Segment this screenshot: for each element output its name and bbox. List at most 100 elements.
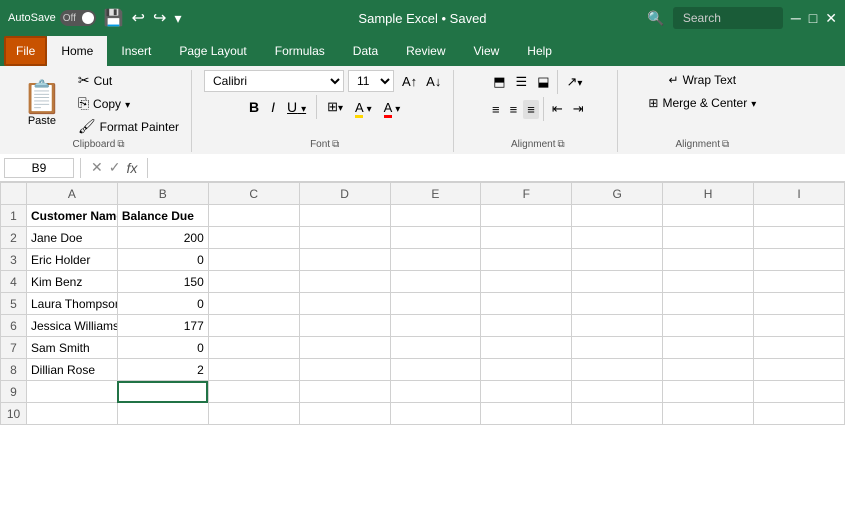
fill-chevron[interactable]: [367, 100, 372, 115]
row-header-1[interactable]: 1: [1, 205, 27, 227]
cell-c4[interactable]: [208, 271, 299, 293]
copy-button[interactable]: ⎘ Copy: [74, 93, 183, 114]
font-size-selector[interactable]: 11: [348, 70, 394, 92]
autosave-toggle[interactable]: Off: [60, 10, 96, 26]
cell-e1[interactable]: [390, 205, 481, 227]
cell-a8[interactable]: Dillian Rose: [27, 359, 118, 381]
cell-i4[interactable]: [754, 271, 845, 293]
cell-f7[interactable]: [481, 337, 572, 359]
cell-i5[interactable]: [754, 293, 845, 315]
restore-icon[interactable]: □: [809, 10, 817, 26]
cell-b3[interactable]: 0: [117, 249, 208, 271]
font-expand-icon[interactable]: ⧉: [332, 139, 339, 150]
format-painter-button[interactable]: 🖌 Format Painter: [74, 116, 183, 137]
cell-c1[interactable]: [208, 205, 299, 227]
cell-h2[interactable]: [663, 227, 754, 249]
paste-button[interactable]: 📋 Paste: [14, 70, 70, 137]
cell-e9[interactable]: [390, 381, 481, 403]
cell-f2[interactable]: [481, 227, 572, 249]
wrap-expand-icon[interactable]: ⧉: [722, 139, 729, 150]
cell-e7[interactable]: [390, 337, 481, 359]
cell-g3[interactable]: [572, 249, 663, 271]
cell-d9[interactable]: [299, 381, 390, 403]
cell-c7[interactable]: [208, 337, 299, 359]
cell-h6[interactable]: [663, 315, 754, 337]
alignment-expand-icon[interactable]: ⧉: [557, 139, 564, 150]
col-header-g[interactable]: G: [572, 183, 663, 205]
col-header-a[interactable]: A: [27, 183, 118, 205]
cell-g7[interactable]: [572, 337, 663, 359]
tab-page-layout[interactable]: Page Layout: [165, 36, 260, 66]
minimize-icon[interactable]: ─: [791, 10, 801, 26]
align-left-button[interactable]: ≡: [488, 100, 504, 119]
cell-e8[interactable]: [390, 359, 481, 381]
row-header-3[interactable]: 3: [1, 249, 27, 271]
col-header-e[interactable]: E: [390, 183, 481, 205]
increase-font-size-button[interactable]: A↑: [398, 72, 421, 91]
cell-e2[interactable]: [390, 227, 481, 249]
cell-h9[interactable]: [663, 381, 754, 403]
row-header-4[interactable]: 4: [1, 271, 27, 293]
tab-file[interactable]: File: [4, 36, 47, 66]
font-color-chevron[interactable]: [395, 100, 400, 115]
cell-c9[interactable]: [208, 381, 299, 403]
cell-a1[interactable]: Customer Name: [27, 205, 118, 227]
bold-button[interactable]: B: [245, 97, 263, 117]
customize-icon[interactable]: ▾: [174, 10, 181, 27]
cell-a2[interactable]: Jane Doe: [27, 227, 118, 249]
underline-button[interactable]: U: [283, 97, 310, 117]
cell-b4[interactable]: 150: [117, 271, 208, 293]
cell-d1[interactable]: [299, 205, 390, 227]
cell-h1[interactable]: [663, 205, 754, 227]
cell-i1[interactable]: [754, 205, 845, 227]
decrease-indent-button[interactable]: ⇤: [548, 99, 567, 119]
cell-i7[interactable]: [754, 337, 845, 359]
cell-c3[interactable]: [208, 249, 299, 271]
cell-i6[interactable]: [754, 315, 845, 337]
tab-data[interactable]: Data: [339, 36, 392, 66]
borders-button[interactable]: ⊞: [323, 97, 347, 117]
tab-view[interactable]: View: [460, 36, 514, 66]
cell-b5[interactable]: 0: [117, 293, 208, 315]
col-header-b[interactable]: B: [117, 183, 208, 205]
cell-d5[interactable]: [299, 293, 390, 315]
cell-f5[interactable]: [481, 293, 572, 315]
cell-g2[interactable]: [572, 227, 663, 249]
formula-function-icon[interactable]: fx: [126, 160, 137, 176]
underline-chevron[interactable]: [301, 99, 306, 115]
cell-h7[interactable]: [663, 337, 754, 359]
align-middle-button[interactable]: ☰: [512, 72, 532, 92]
cell-b2[interactable]: 200: [117, 227, 208, 249]
cell-i8[interactable]: [754, 359, 845, 381]
cell-h8[interactable]: [663, 359, 754, 381]
cell-c5[interactable]: [208, 293, 299, 315]
cell-e5[interactable]: [390, 293, 481, 315]
wrap-text-button[interactable]: ↵ Wrap Text: [663, 70, 743, 90]
merge-center-button[interactable]: ⊞ Merge & Center: [642, 93, 762, 113]
italic-button[interactable]: I: [267, 97, 279, 117]
cell-g5[interactable]: [572, 293, 663, 315]
cell-i10[interactable]: [754, 403, 845, 425]
cell-f1[interactable]: [481, 205, 572, 227]
cell-a7[interactable]: Sam Smith: [27, 337, 118, 359]
cell-g6[interactable]: [572, 315, 663, 337]
cell-h5[interactable]: [663, 293, 754, 315]
clipboard-expand-icon[interactable]: ⧉: [117, 139, 124, 150]
cell-c2[interactable]: [208, 227, 299, 249]
redo-icon[interactable]: ↪: [153, 8, 166, 28]
cell-i2[interactable]: [754, 227, 845, 249]
align-bottom-button[interactable]: ⬓: [533, 72, 553, 92]
tab-formulas[interactable]: Formulas: [261, 36, 339, 66]
formula-confirm-icon[interactable]: ✓: [109, 159, 121, 176]
cell-d3[interactable]: [299, 249, 390, 271]
cell-d8[interactable]: [299, 359, 390, 381]
cell-d10[interactable]: [299, 403, 390, 425]
cell-d4[interactable]: [299, 271, 390, 293]
search-input[interactable]: [673, 7, 783, 29]
cell-e10[interactable]: [390, 403, 481, 425]
cell-g9[interactable]: [572, 381, 663, 403]
cell-b7[interactable]: 0: [117, 337, 208, 359]
close-icon[interactable]: ✕: [825, 10, 837, 27]
col-header-i[interactable]: I: [754, 183, 845, 205]
cell-f4[interactable]: [481, 271, 572, 293]
